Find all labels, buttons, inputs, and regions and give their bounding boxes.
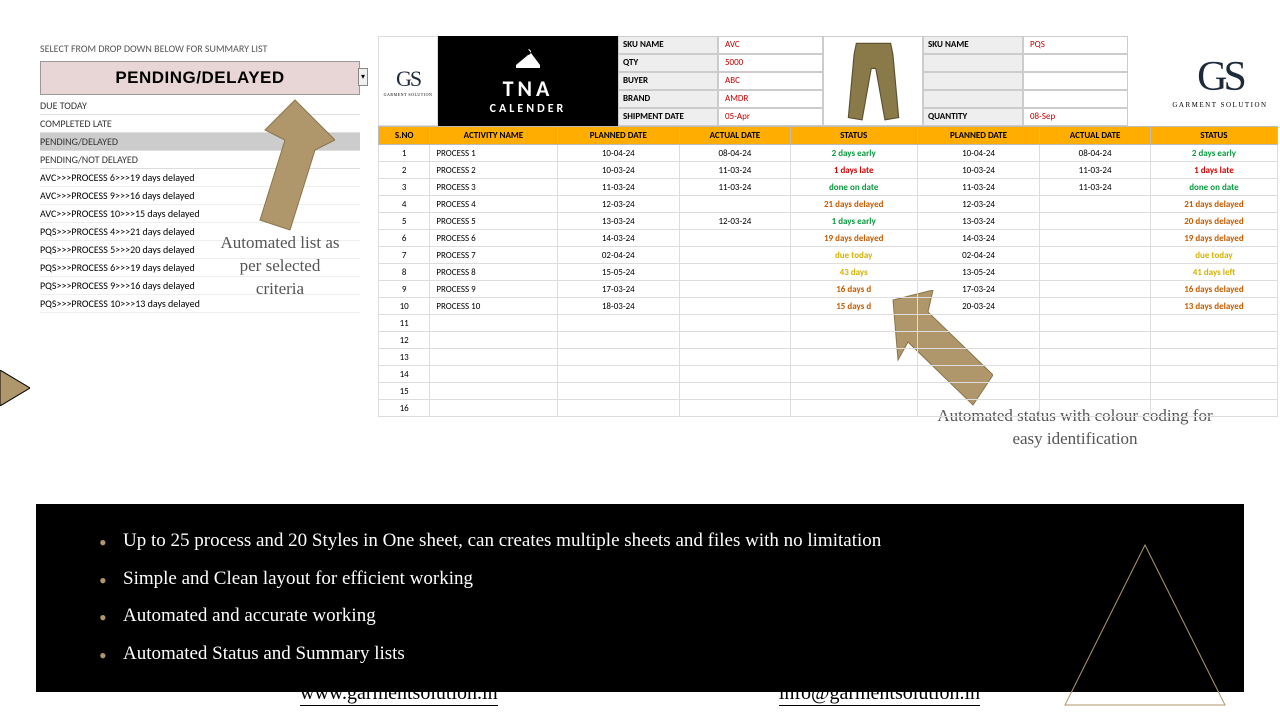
bookmark-icon — [0, 370, 30, 406]
table-row: 16 — [379, 400, 1278, 417]
col-header: ACTUAL DATE — [1040, 127, 1151, 145]
meta-col-1: SKU NAMEAVC QTY5000 BUYERABC BRANDAMDR S… — [618, 36, 823, 126]
triangle-decor-icon — [1060, 540, 1230, 710]
col-header: PLANNED DATE — [917, 127, 1040, 145]
activity-table: S.NOACTIVITY NAMEPLANNED DATEACTUAL DATE… — [378, 126, 1278, 417]
dropdown-handle-icon[interactable]: ▾ — [358, 68, 368, 86]
col-header: ACTIVITY NAME — [430, 127, 557, 145]
table-body: 1PROCESS 110-04-2408-04-242 days early10… — [379, 145, 1278, 417]
feature-list: Up to 25 process and 20 Styles in One sh… — [91, 522, 1189, 672]
header-block: GS GARMENT SOLUTION TNA CALENDER SKU NAM… — [378, 36, 1278, 126]
feature-item: Automated and accurate working — [91, 597, 1189, 635]
tna-sheet: GS GARMENT SOLUTION TNA CALENDER SKU NAM… — [378, 36, 1278, 417]
feature-item: Up to 25 process and 20 Styles in One sh… — [91, 522, 1189, 560]
table-row: 14 — [379, 366, 1278, 383]
hanger-icon — [513, 47, 543, 71]
col-header: STATUS — [790, 127, 917, 145]
footer-email[interactable]: info@garmentsolution.in — [779, 682, 980, 706]
table-row: 6PROCESS 614-03-2419 days delayed14-03-2… — [379, 230, 1278, 247]
col-header: PLANNED DATE — [557, 127, 680, 145]
feature-item: Simple and Clean layout for efficient wo… — [91, 560, 1189, 598]
feature-item: Automated Status and Summary lists — [91, 635, 1189, 673]
table-row: 9PROCESS 917-03-2416 days d17-03-2416 da… — [379, 281, 1278, 298]
table-row: 5PROCESS 513-03-2412-03-241 days early13… — [379, 213, 1278, 230]
col-header: ACTUAL DATE — [680, 127, 791, 145]
table-row: 3PROCESS 311-03-2411-03-24done on date11… — [379, 179, 1278, 196]
arrow-icon — [225, 90, 335, 240]
gs-logo-large: GS GARMENT SOLUTION — [1160, 36, 1280, 126]
gs-logo-small: GS GARMENT SOLUTION — [378, 36, 438, 126]
tna-logo: TNA CALENDER — [438, 36, 618, 126]
footer: www.garmentsolution.in info@garmentsolut… — [300, 682, 980, 706]
col-header: S.NO — [379, 127, 430, 145]
table-row: 13 — [379, 349, 1278, 366]
meta-col-2: SKU NAMEPQS QUANTITY08-Sep — [923, 36, 1128, 126]
table-row: 12 — [379, 332, 1278, 349]
table-row: 11 — [379, 315, 1278, 332]
table-row: 8PROCESS 815-05-2443 days13-05-2441 days… — [379, 264, 1278, 281]
table-row: 1PROCESS 110-04-2408-04-242 days early10… — [379, 145, 1278, 162]
footer-url[interactable]: www.garmentsolution.in — [300, 682, 498, 706]
summary-label: SELECT FROM DROP DOWN BELOW FOR SUMMARY … — [40, 42, 360, 55]
table-row: 4PROCESS 412-03-2421 days delayed12-03-2… — [379, 196, 1278, 213]
table-row: 2PROCESS 210-03-2411-03-241 days late10-… — [379, 162, 1278, 179]
table-header: S.NOACTIVITY NAMEPLANNED DATEACTUAL DATE… — [379, 127, 1278, 145]
table-row: 15 — [379, 383, 1278, 400]
sku-image-1 — [823, 36, 923, 126]
table-row: 10PROCESS 1018-03-2415 days d20-03-2413 … — [379, 298, 1278, 315]
table-row: 7PROCESS 702-04-24due today02-04-24due t… — [379, 247, 1278, 264]
annotation-list: Automated list as per selected criteria — [215, 232, 345, 301]
col-header: STATUS — [1150, 127, 1277, 145]
